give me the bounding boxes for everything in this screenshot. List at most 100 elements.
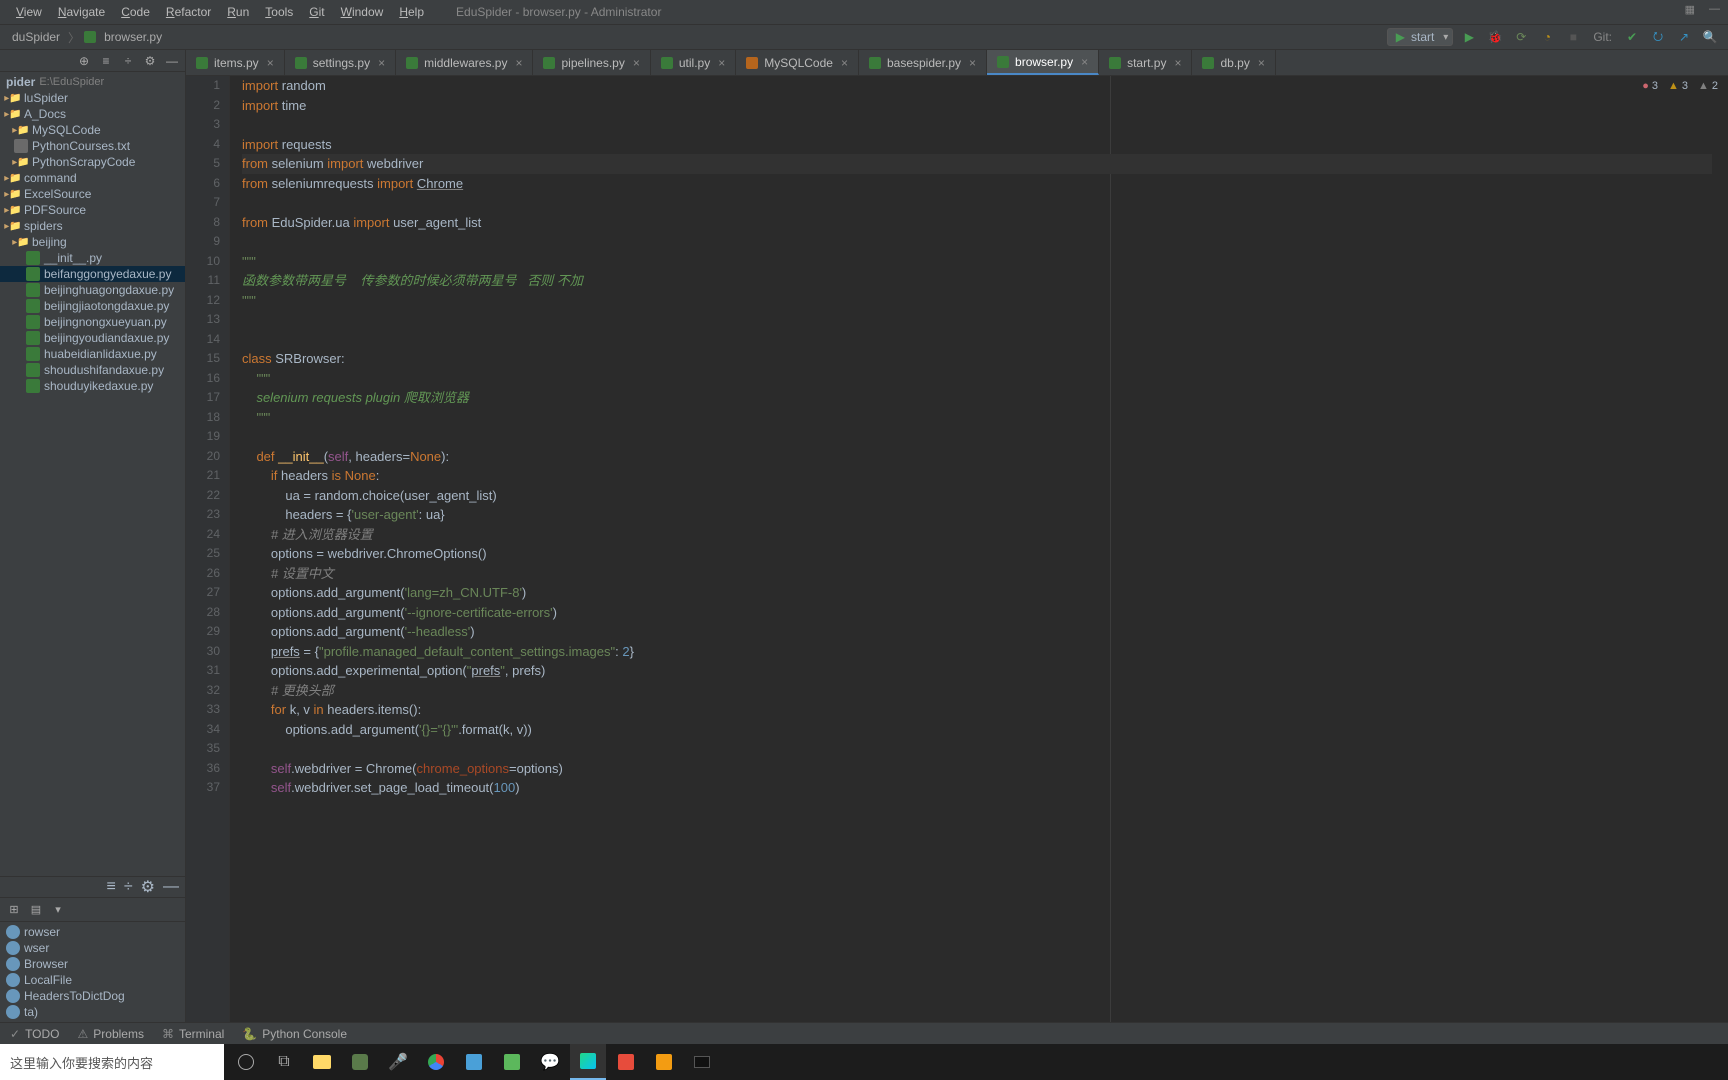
code-line[interactable] — [242, 310, 1712, 330]
tree-item[interactable]: beijinghuagongdaxue.py — [0, 282, 185, 298]
profiler-button[interactable]: ◔ — [1537, 27, 1557, 47]
code-line[interactable] — [242, 330, 1712, 350]
tab-close-icon[interactable]: × — [1258, 56, 1265, 70]
editor-tab[interactable]: db.py× — [1192, 50, 1275, 75]
tree-item[interactable]: beijingyoudiandaxue.py — [0, 330, 185, 346]
code-line[interactable]: from seleniumrequests import Chrome — [242, 174, 1712, 194]
pycharm-icon[interactable] — [570, 1044, 606, 1080]
microphone-icon[interactable]: 🎤 — [380, 1044, 416, 1080]
app-icon-1[interactable] — [342, 1044, 378, 1080]
tree-item[interactable]: ▸📁command — [0, 170, 185, 186]
tree-item[interactable]: PythonCourses.txt — [0, 138, 185, 154]
tab-close-icon[interactable]: × — [633, 56, 640, 70]
menu-run[interactable]: Run — [219, 5, 257, 19]
code-line[interactable]: # 更换头部 — [242, 681, 1712, 701]
breadcrumb-file[interactable]: browser.py — [100, 28, 166, 46]
editor-tab[interactable]: settings.py× — [285, 50, 396, 75]
menu-git[interactable]: Git — [301, 5, 332, 19]
tab-close-icon[interactable]: × — [1081, 55, 1088, 69]
menu-tools[interactable]: Tools — [257, 5, 301, 19]
bottom-tool-problems[interactable]: ⚠Problems — [78, 1027, 144, 1041]
code-line[interactable] — [242, 427, 1712, 447]
app-icon-4[interactable] — [608, 1044, 644, 1080]
struct-sort-icon[interactable]: ⊞ — [6, 902, 22, 918]
git-commit-icon[interactable]: ✔ — [1622, 27, 1642, 47]
menu-code[interactable]: Code — [113, 5, 158, 19]
code-line[interactable]: """ — [242, 291, 1712, 311]
code-line[interactable]: options.add_argument('--ignore-certifica… — [242, 603, 1712, 623]
code-line[interactable]: options.add_argument('--headless') — [242, 622, 1712, 642]
expand-all-icon[interactable]: ≡ — [99, 54, 113, 68]
terminal-icon[interactable] — [684, 1044, 720, 1080]
tab-close-icon[interactable]: × — [515, 56, 522, 70]
tree-item[interactable]: ▸📁PDFSource — [0, 202, 185, 218]
app-icon-5[interactable] — [646, 1044, 682, 1080]
tree-item[interactable]: beijingjiaotongdaxue.py — [0, 298, 185, 314]
code-line[interactable]: from selenium import webdriver — [242, 154, 1712, 174]
code-line[interactable]: headers = {'user-agent': ua} — [242, 505, 1712, 525]
tab-close-icon[interactable]: × — [841, 56, 848, 70]
menu-help[interactable]: Help — [391, 5, 432, 19]
structure-item[interactable]: Browser — [0, 956, 185, 972]
code-line[interactable]: ua = random.choice(user_agent_list) — [242, 486, 1712, 506]
minimize-icon[interactable]: — — [1709, 3, 1720, 16]
code-line[interactable]: """ — [242, 408, 1712, 428]
run-button[interactable]: ▶ — [1459, 27, 1479, 47]
bottom-tool-todo[interactable]: ✓TODO — [10, 1027, 60, 1041]
editor-tab[interactable]: browser.py× — [987, 50, 1099, 75]
editor-tab[interactable]: MySQLCode× — [736, 50, 859, 75]
menu-navigate[interactable]: Navigate — [50, 5, 113, 19]
run-config-selector[interactable]: ▶ start — [1387, 28, 1454, 46]
app-icon-2[interactable] — [456, 1044, 492, 1080]
code-line[interactable]: import requests — [242, 135, 1712, 155]
struct-settings-icon[interactable]: ⚙ — [141, 877, 155, 897]
structure-item[interactable]: HeadersToDictDog — [0, 988, 185, 1004]
code-line[interactable]: options.add_experimental_option("prefs",… — [242, 661, 1712, 681]
breadcrumb-root[interactable]: duSpider — [8, 28, 64, 46]
code-line[interactable]: import random — [242, 76, 1712, 96]
code-line[interactable]: self.webdriver = Chrome(chrome_options=o… — [242, 759, 1712, 779]
tree-item[interactable]: ▸📁A_Docs — [0, 106, 185, 122]
code-line[interactable]: for k, v in headers.items(): — [242, 700, 1712, 720]
code-line[interactable] — [242, 193, 1712, 213]
run-coverage-button[interactable]: ⟳ — [1511, 27, 1531, 47]
code-line[interactable]: 函数参数带两星号 传参数的时候必须带两星号 否则 不加 — [242, 271, 1712, 291]
menu-refactor[interactable]: Refactor — [158, 5, 219, 19]
tree-item[interactable]: beifanggongyedaxue.py — [0, 266, 185, 282]
locate-icon[interactable]: ⊕ — [77, 54, 91, 68]
code-line[interactable]: if headers is None: — [242, 466, 1712, 486]
tree-item[interactable]: ▸📁PythonScrapyCode — [0, 154, 185, 170]
struct-filter-icon[interactable]: ▤ — [28, 902, 44, 918]
stop-button[interactable]: ■ — [1563, 27, 1583, 47]
editor-tab[interactable]: middlewares.py× — [396, 50, 533, 75]
tree-item[interactable]: ▸📁luSpider — [0, 90, 185, 106]
ide-notifications-icon[interactable]: ▦ — [1685, 3, 1695, 16]
tab-close-icon[interactable]: × — [1174, 56, 1181, 70]
code-line[interactable] — [242, 739, 1712, 759]
tab-close-icon[interactable]: × — [718, 56, 725, 70]
chrome-icon[interactable] — [418, 1044, 454, 1080]
tree-item[interactable]: huabeidianlidaxue.py — [0, 346, 185, 362]
tree-item[interactable]: __init__.py — [0, 250, 185, 266]
tree-item[interactable]: shoudushifandaxue.py — [0, 362, 185, 378]
git-push-icon[interactable]: ↗ — [1674, 27, 1694, 47]
tree-item[interactable]: shouduyikedaxue.py — [0, 378, 185, 394]
tree-item[interactable]: ▸📁MySQLCode — [0, 122, 185, 138]
code-line[interactable]: self.webdriver.set_page_load_timeout(100… — [242, 778, 1712, 798]
code-line[interactable]: options.add_argument('{}="{}"'.format(k,… — [242, 720, 1712, 740]
tree-item[interactable]: ▸📁beijing — [0, 234, 185, 250]
code-line[interactable]: def __init__(self, headers=None): — [242, 447, 1712, 467]
tree-item[interactable]: ▸📁ExcelSource — [0, 186, 185, 202]
struct-members-icon[interactable]: ▾ — [50, 902, 66, 918]
tree-item[interactable]: beijingnongxueyuan.py — [0, 314, 185, 330]
struct-collapse-icon[interactable]: ÷ — [124, 878, 133, 896]
code-line[interactable] — [242, 232, 1712, 252]
git-update-icon[interactable]: ⭮ — [1648, 27, 1668, 47]
code-line[interactable] — [242, 115, 1712, 135]
tab-close-icon[interactable]: × — [969, 56, 976, 70]
project-tree[interactable]: pider E:\EduSpider▸📁luSpider▸📁A_Docs▸📁My… — [0, 72, 185, 876]
menu-window[interactable]: Window — [333, 5, 392, 19]
bottom-tool-python-console[interactable]: 🐍Python Console — [242, 1027, 347, 1041]
code-editor[interactable]: ●3 ▲3 ▲2 1234567891011121314151617181920… — [186, 76, 1728, 1022]
code-line[interactable]: class SRBrowser: — [242, 349, 1712, 369]
